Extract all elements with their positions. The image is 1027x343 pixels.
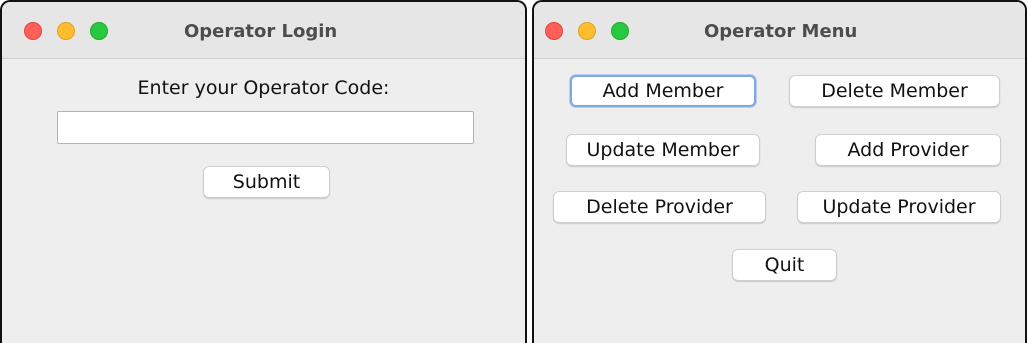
close-window-icon[interactable] bbox=[545, 22, 563, 40]
submit-button[interactable]: Submit bbox=[203, 166, 330, 198]
maximize-window-icon[interactable] bbox=[611, 22, 629, 40]
update-provider-button[interactable]: Update Provider bbox=[797, 191, 1001, 223]
login-title-bar: Operator Login bbox=[2, 2, 525, 59]
add-member-button[interactable]: Add Member bbox=[570, 75, 756, 107]
operator-code-input[interactable] bbox=[57, 111, 474, 144]
menu-content-pane: Add Member Delete Member Update Member A… bbox=[534, 59, 1025, 343]
operator-menu-window: Operator Menu Add Member Delete Member U… bbox=[532, 0, 1027, 343]
maximize-window-icon[interactable] bbox=[90, 22, 108, 40]
quit-button[interactable]: Quit bbox=[732, 249, 837, 281]
minimize-window-icon[interactable] bbox=[578, 22, 596, 40]
login-window-title: Operator Login bbox=[184, 21, 338, 42]
add-provider-button[interactable]: Add Provider bbox=[815, 134, 1001, 166]
login-content-pane: Enter your Operator Code: Submit bbox=[2, 59, 525, 343]
delete-member-button[interactable]: Delete Member bbox=[789, 75, 1000, 107]
menu-window-title: Operator Menu bbox=[704, 21, 858, 42]
operator-login-window: Operator Login Enter your Operator Code:… bbox=[0, 0, 527, 343]
operator-code-prompt: Enter your Operator Code: bbox=[137, 77, 390, 99]
close-window-icon[interactable] bbox=[24, 22, 42, 40]
menu-title-bar: Operator Menu bbox=[534, 2, 1025, 59]
minimize-window-icon[interactable] bbox=[57, 22, 75, 40]
update-member-button[interactable]: Update Member bbox=[566, 134, 760, 166]
delete-provider-button[interactable]: Delete Provider bbox=[553, 191, 766, 223]
